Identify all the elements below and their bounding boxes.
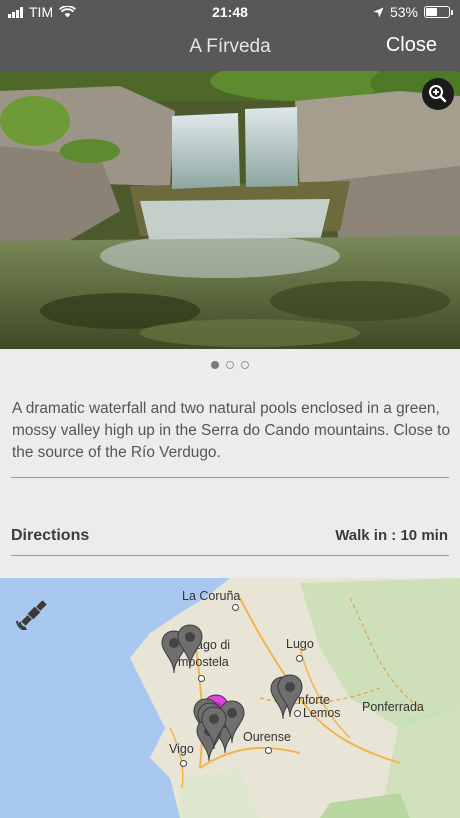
map-pin[interactable] <box>177 624 203 668</box>
page-indicator[interactable] <box>0 361 460 369</box>
map-city-dot <box>180 760 187 767</box>
map-city-dot <box>198 675 205 682</box>
map-city-dot <box>265 747 272 754</box>
divider <box>11 555 449 556</box>
map-city-dot <box>296 655 303 662</box>
zoom-in-icon <box>429 85 447 103</box>
waterfall-image <box>0 71 460 349</box>
map-label-lugo: Lugo <box>286 637 314 651</box>
map-view[interactable]: La Coruña ago di mpostela Lugo nforte Le… <box>0 578 460 818</box>
map-label-monforte: Lemos <box>303 706 341 720</box>
divider <box>11 477 449 478</box>
zoom-button[interactable] <box>422 78 454 110</box>
close-button[interactable]: Close <box>386 34 437 57</box>
page-dot[interactable] <box>241 361 249 369</box>
page-dot[interactable] <box>211 361 219 369</box>
map-label-vigo: Vigo <box>169 742 194 756</box>
status-right: 53% <box>373 4 453 20</box>
walk-time: Walk in : 10 min <box>335 527 448 544</box>
map-label-coruna: La Coruña <box>182 589 241 603</box>
navigation-bar: A Fírveda Close <box>0 24 460 71</box>
map-label-ponferrada: Ponferrada <box>362 700 424 714</box>
status-bar: TIM 21:48 53% <box>0 0 460 24</box>
waterfall-photo[interactable] <box>0 71 460 349</box>
map-city-dot <box>232 604 239 611</box>
location-arrow-icon <box>373 7 384 17</box>
battery-icon <box>424 6 453 18</box>
map-background <box>130 578 460 818</box>
map-pin[interactable] <box>277 674 303 718</box>
battery-percent: 53% <box>389 4 418 20</box>
map-pin[interactable] <box>201 706 227 750</box>
satellite-icon[interactable] <box>16 596 52 630</box>
description-text: A dramatic waterfall and two natural poo… <box>12 400 451 461</box>
map-label-ourense: Ourense <box>243 730 291 744</box>
page-dot[interactable] <box>226 361 234 369</box>
directions-heading: Directions <box>11 527 90 544</box>
